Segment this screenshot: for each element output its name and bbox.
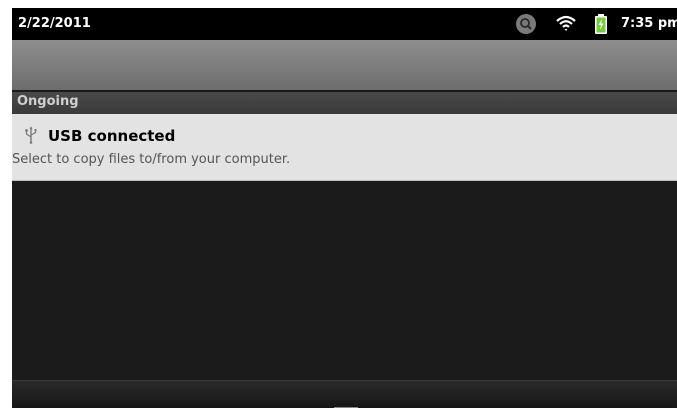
section-header: Ongoing xyxy=(12,92,677,114)
usb-icon xyxy=(24,126,38,144)
wifi-icon xyxy=(555,13,577,35)
status-bar: 2/22/2011 7:35 pm xyxy=(12,8,677,40)
notification-text: Select to copy files to/from your comput… xyxy=(12,152,291,167)
notification-shade: 2/22/2011 7:35 pm Ongoing USB connected … xyxy=(12,8,677,408)
battery-charging-icon xyxy=(590,13,612,35)
notification-usb-connected[interactable]: USB connected Select to copy files to/fr… xyxy=(12,114,677,181)
notification-title: USB connected xyxy=(48,127,176,145)
status-time: 7:35 pm xyxy=(621,16,677,31)
drag-handle-icon[interactable] xyxy=(334,397,358,408)
search-icon xyxy=(515,13,537,35)
shade-bottom-bar[interactable] xyxy=(12,380,677,408)
status-date: 2/22/2011 xyxy=(18,16,91,31)
section-title: Ongoing xyxy=(17,94,79,109)
shade-header xyxy=(12,40,677,90)
